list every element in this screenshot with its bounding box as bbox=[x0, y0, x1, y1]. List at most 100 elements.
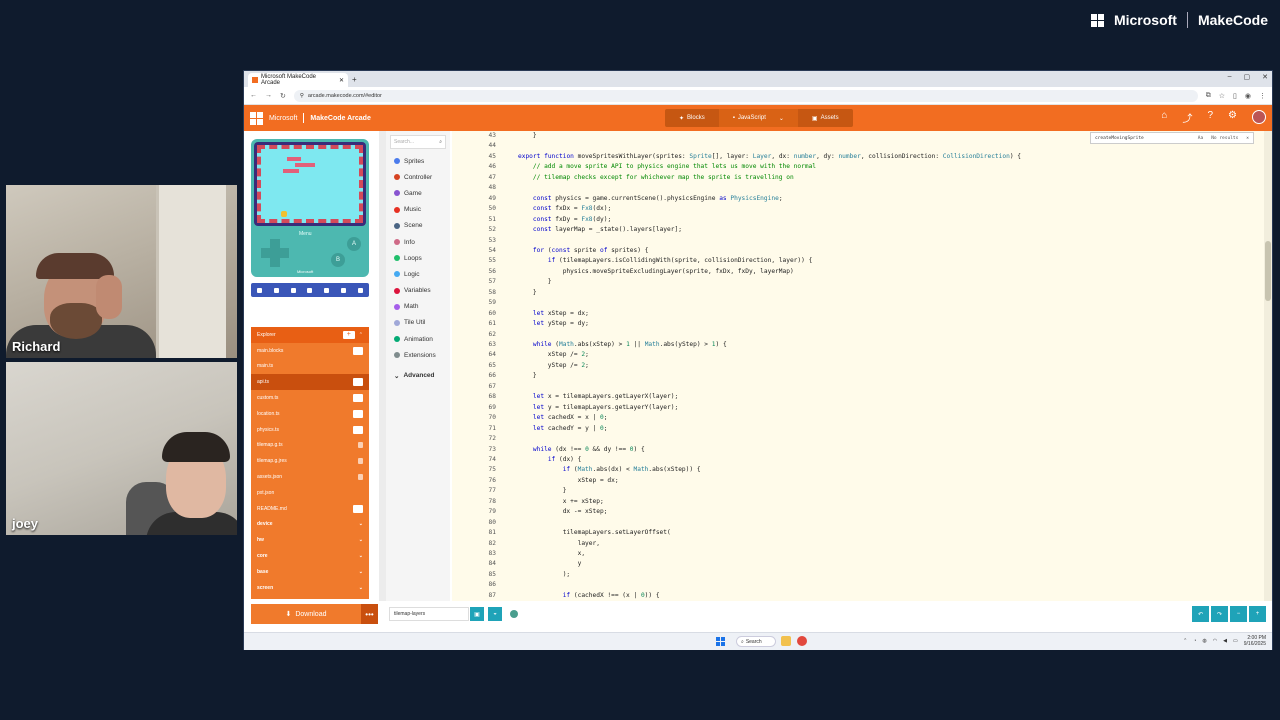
code-line[interactable]: 85 ); bbox=[452, 570, 1252, 580]
toolbox-category-variables[interactable]: Variables bbox=[386, 283, 450, 299]
editor-scrollbar[interactable] bbox=[1264, 131, 1272, 601]
simulator-menu-button[interactable]: Menu bbox=[299, 231, 312, 237]
toolbox-category-scene[interactable]: Scene bbox=[386, 218, 450, 234]
scrollbar-thumb[interactable] bbox=[1265, 241, 1271, 301]
explorer-file-item[interactable]: tilemap.g.ts bbox=[251, 438, 369, 454]
explorer-file-item[interactable]: main.blocks bbox=[251, 343, 369, 359]
toolbox-category-math[interactable]: Math bbox=[386, 299, 450, 315]
code-line[interactable]: 78 x += xStep; bbox=[452, 497, 1252, 507]
code-line[interactable]: 57 } bbox=[452, 277, 1252, 287]
chevron-down-icon[interactable]: ⌄ bbox=[779, 115, 784, 122]
undo-icon[interactable]: ↶ bbox=[1192, 606, 1209, 622]
chevron-down-icon[interactable]: ⌄ bbox=[359, 585, 363, 591]
code-line[interactable]: 52 const layerMap = _state().layers[laye… bbox=[452, 225, 1252, 235]
avatar[interactable] bbox=[1252, 110, 1266, 124]
arcade-simulator[interactable]: Menu A B Microsoft bbox=[251, 139, 369, 277]
profile-icon[interactable]: ◉ bbox=[1245, 92, 1251, 100]
find-widget[interactable]: createMovingSprite Aa No results ✕ bbox=[1090, 132, 1254, 144]
explorer-file-item[interactable]: location.ts bbox=[251, 406, 369, 422]
url-field[interactable]: ⚲ arcade.makecode.com/#editor bbox=[293, 89, 1198, 102]
code-line[interactable]: 59 bbox=[452, 298, 1252, 308]
code-line[interactable]: 71 let cachedY = y | 0; bbox=[452, 424, 1252, 434]
blocks-mode-button[interactable]: ✦ Blocks bbox=[665, 109, 719, 127]
explorer-folder-item[interactable]: game⌄ bbox=[251, 596, 369, 599]
code-line[interactable]: 74 if (dx) { bbox=[452, 455, 1252, 465]
explorer-folder-item[interactable]: base ⌄ bbox=[251, 564, 369, 580]
toolbox-category-tile-util[interactable]: Tile Util bbox=[386, 315, 450, 331]
stop-icon[interactable] bbox=[256, 287, 262, 293]
close-window-icon[interactable]: ✕ bbox=[1262, 73, 1268, 81]
explorer-header[interactable]: Explorer + ⌃ bbox=[251, 327, 369, 343]
taskbar-search[interactable]: ⌕ Search bbox=[736, 636, 776, 647]
share-icon[interactable]: ⤴ bbox=[1182, 110, 1192, 125]
simulator-screen[interactable] bbox=[254, 142, 366, 226]
code-line[interactable]: 84 y bbox=[452, 559, 1252, 569]
code-line[interactable]: 83 x, bbox=[452, 549, 1252, 559]
chevron-down-icon[interactable]: ⌄ bbox=[359, 537, 363, 543]
network-icon[interactable]: ◔ bbox=[1193, 638, 1196, 644]
save-button[interactable]: ▣ bbox=[470, 607, 484, 621]
search-icon[interactable]: ⌕ bbox=[439, 139, 442, 145]
toolbox-search-input[interactable]: Search... ⌕ bbox=[390, 135, 446, 149]
back-icon[interactable]: ← bbox=[250, 92, 257, 99]
close-find-icon[interactable]: ✕ bbox=[1246, 136, 1249, 141]
code-line[interactable]: 72 bbox=[452, 434, 1252, 444]
code-line[interactable]: 80 bbox=[452, 518, 1252, 528]
code-line[interactable]: 49 const physics = game.currentScene().p… bbox=[452, 194, 1252, 204]
javascript-mode-button[interactable]: ▪ JavaScript ⌄ bbox=[718, 109, 798, 127]
code-line[interactable]: 64 xStep /= 2; bbox=[452, 350, 1252, 360]
trash-icon[interactable] bbox=[353, 346, 363, 355]
explorer-file-item[interactable]: api.ts bbox=[251, 374, 369, 391]
assets-mode-button[interactable]: ▣ Assets bbox=[798, 109, 853, 127]
site-info-icon[interactable]: ⚲ bbox=[300, 93, 304, 99]
code-line[interactable]: 65 yStep /= 2; bbox=[452, 361, 1252, 371]
chevron-down-icon[interactable]: ⌄ bbox=[359, 569, 363, 575]
code-line[interactable]: 53 bbox=[452, 236, 1252, 246]
star-icon[interactable]: ☆ bbox=[1219, 92, 1225, 100]
code-line[interactable]: 62 bbox=[452, 330, 1252, 340]
download-more-button[interactable]: ••• bbox=[361, 604, 378, 624]
toolbox-category-logic[interactable]: Logic bbox=[386, 266, 450, 282]
gear-icon[interactable]: ⚙ bbox=[1228, 110, 1237, 125]
code-line[interactable]: 73 while (dx !== 0 && dy !== 0) { bbox=[452, 445, 1252, 455]
code-line[interactable]: 86 bbox=[452, 580, 1252, 590]
code-line[interactable]: 70 let cachedX = x | 0; bbox=[452, 413, 1252, 423]
trash-icon[interactable] bbox=[353, 425, 363, 434]
new-tab-button[interactable]: + bbox=[352, 75, 357, 84]
code-line[interactable]: 68 let x = tilemapLayers.getLayerX(layer… bbox=[452, 392, 1252, 402]
forward-icon[interactable]: → bbox=[265, 92, 272, 99]
chevron-up-icon[interactable]: ⌃ bbox=[1183, 638, 1187, 644]
code-line[interactable]: 46 // add a move sprite API to physics e… bbox=[452, 162, 1252, 172]
toolbox-category-game[interactable]: Game bbox=[386, 185, 450, 201]
restart-icon[interactable] bbox=[273, 287, 279, 293]
toolbox-advanced[interactable]: ⌄ Advanced bbox=[386, 367, 450, 383]
chevron-up-icon[interactable]: ⌃ bbox=[359, 332, 363, 338]
explorer-file-item[interactable]: main.ts bbox=[251, 359, 369, 375]
help-icon[interactable]: ? bbox=[1207, 110, 1213, 125]
code-line[interactable]: 54 for (const sprite of sprites) { bbox=[452, 246, 1252, 256]
split-icon[interactable]: ▯ bbox=[1233, 92, 1237, 100]
fullscreen-icon[interactable] bbox=[357, 287, 363, 293]
explorer-folder-item[interactable]: screen ⌄ bbox=[251, 580, 369, 596]
code-line[interactable]: 60 let xStep = dx; bbox=[452, 309, 1252, 319]
code-editor[interactable]: 43 } 44 45 export function moveSpritesWithL… bbox=[452, 131, 1272, 601]
explorer-folder-item[interactable]: hw ⌄ bbox=[251, 532, 369, 548]
code-line[interactable]: 61 let yStep = dy; bbox=[452, 319, 1252, 329]
code-line[interactable]: 45 export function moveSpritesWithLayer(s… bbox=[452, 152, 1252, 162]
battery-icon[interactable]: ▭ bbox=[1233, 638, 1238, 644]
code-line[interactable]: 63 while (Math.abs(xStep) > 1 || Math.ab… bbox=[452, 340, 1252, 350]
explorer-file-item[interactable]: pxt.json bbox=[251, 485, 369, 501]
button-b[interactable]: B bbox=[331, 253, 345, 267]
reload-icon[interactable]: ↻ bbox=[280, 92, 286, 100]
wifi-icon[interactable]: ◠ bbox=[1213, 638, 1217, 644]
redo-icon[interactable]: ↷ bbox=[1211, 606, 1228, 622]
trash-icon[interactable] bbox=[353, 378, 363, 387]
trash-icon[interactable] bbox=[353, 394, 363, 403]
code-line[interactable]: 67 bbox=[452, 382, 1252, 392]
zoom-in-icon[interactable]: + bbox=[1249, 606, 1266, 622]
code-line[interactable]: 81 tilemapLayers.setLayerOffset( bbox=[452, 528, 1252, 538]
windows-start-icon[interactable] bbox=[716, 637, 725, 646]
minimize-icon[interactable]: – bbox=[1228, 73, 1232, 81]
chevron-down-icon[interactable]: ⌄ bbox=[359, 521, 363, 527]
code-line[interactable]: 69 let y = tilemapLayers.getLayerY(layer… bbox=[452, 403, 1252, 413]
